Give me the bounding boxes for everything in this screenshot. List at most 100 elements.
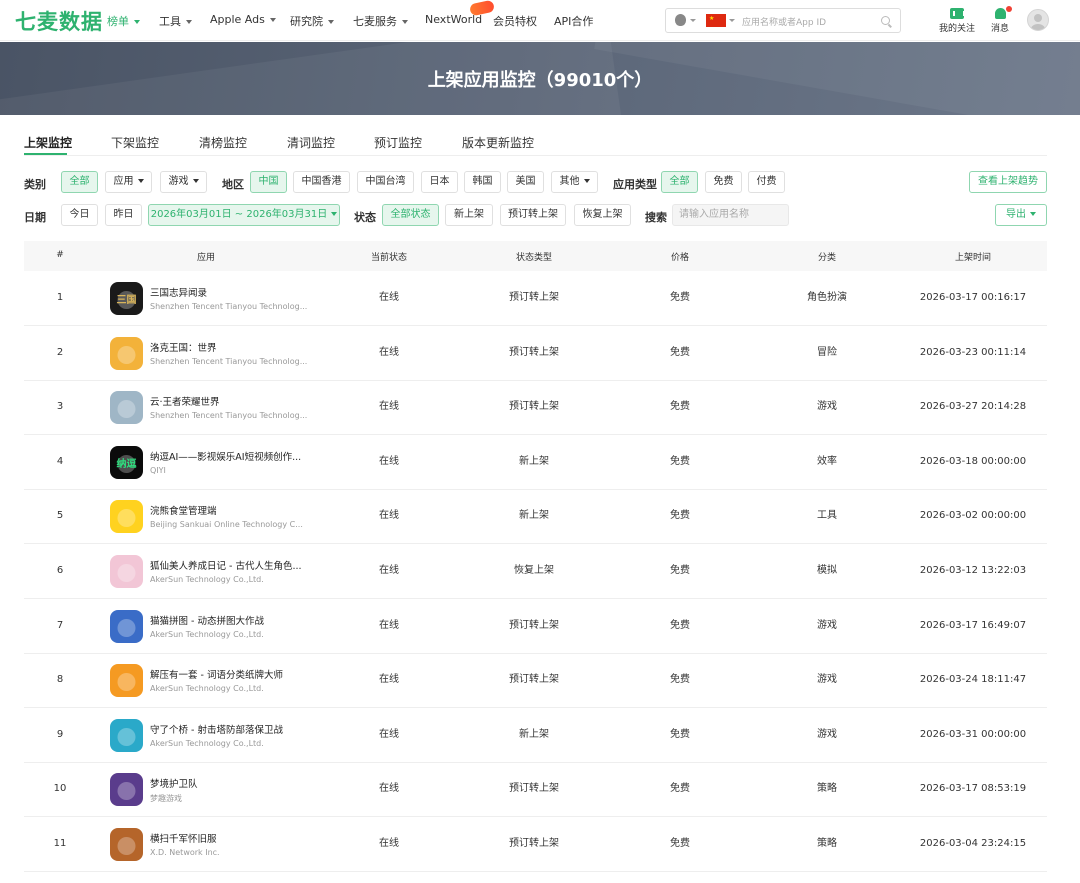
- app-icon[interactable]: [110, 773, 143, 807]
- region-chip-taiwan[interactable]: 中国台湾: [357, 171, 414, 193]
- search-icon[interactable]: [881, 16, 890, 25]
- region-chip-usa[interactable]: 美国: [507, 171, 544, 193]
- tab-preorder-monitor[interactable]: 预订监控: [374, 134, 422, 151]
- app-name[interactable]: 云·王者荣耀世界: [150, 394, 220, 408]
- row-category: 策略: [817, 783, 837, 795]
- nav-item-apple-ads[interactable]: Apple Ads: [210, 13, 276, 26]
- app-name[interactable]: 浣熊食堂管理端: [150, 503, 217, 517]
- app-icon[interactable]: [110, 664, 143, 698]
- app-icon[interactable]: [110, 336, 143, 370]
- col-listing-time: 上架时间: [954, 253, 991, 263]
- app-name[interactable]: 梦境护卫队: [150, 776, 198, 790]
- messages-button[interactable]: 消息: [988, 6, 1012, 34]
- tab-clear-rank-monitor[interactable]: 清榜监控: [199, 134, 247, 151]
- row-listing-time: 2026-03-27 20:14:28: [919, 401, 1027, 413]
- region-chip-china[interactable]: 中国: [250, 171, 287, 193]
- export-button[interactable]: 导出: [995, 204, 1047, 226]
- search-input[interactable]: 应用名称或者App ID: [742, 15, 826, 28]
- status-all-chip[interactable]: 全部状态: [382, 204, 439, 226]
- nav-item-rankings[interactable]: 榜单: [107, 13, 140, 29]
- app-name[interactable]: 三国志异闻录: [150, 285, 207, 299]
- nav-item-membership[interactable]: 会员特权: [493, 13, 537, 29]
- app-icon[interactable]: [110, 500, 143, 534]
- tab-clear-keyword-monitor[interactable]: 清词监控: [287, 134, 335, 151]
- tab-listing-monitor[interactable]: 上架监控: [24, 134, 72, 151]
- row-listing-time: 2026-03-18 00:00:00: [919, 455, 1027, 467]
- row-current-status: 在线: [379, 346, 399, 358]
- app-name[interactable]: 守了个桥 - 射击塔防部落保卫战: [150, 722, 283, 736]
- app-name[interactable]: 猫猫拼图 - 动态拼图大作战: [150, 613, 264, 627]
- category-all-chip[interactable]: 全部: [61, 171, 98, 193]
- row-current-status: 在线: [379, 401, 399, 413]
- status-preorder-chip[interactable]: 预订转上架: [500, 204, 566, 226]
- table-row[interactable]: 4 纳逗 纳逗AI——影视娱乐AI短视频创作... QIYI 在线 新上架 免费 效率 2026…: [24, 435, 1047, 490]
- row-category: 游戏: [817, 619, 837, 631]
- date-yesterday-chip[interactable]: 昨日: [105, 204, 142, 226]
- row-current-status: 在线: [379, 728, 399, 740]
- app-name[interactable]: 纳逗AI——影视娱乐AI短视频创作...: [150, 449, 301, 463]
- app-name[interactable]: 横扫千军怀旧服: [150, 831, 217, 845]
- app-icon[interactable]: [110, 828, 143, 861]
- nav-item-services[interactable]: 七麦服务: [353, 13, 408, 29]
- table-row[interactable]: 3 云·王者荣耀世界 Shenzhen Tencent Tianyou Techno…: [24, 380, 1047, 436]
- table-row[interactable]: 7 猫猫拼图 - 动态拼图大作战 AkerSun Technology Co.,Lt…: [24, 599, 1047, 654]
- region-chip-korea[interactable]: 韩国: [464, 171, 501, 193]
- row-status-type: 新上架: [519, 455, 549, 467]
- app-name[interactable]: 狐仙美人养成日记 - 古代人生角色...: [150, 558, 302, 572]
- global-search[interactable]: ★ 应用名称或者App ID: [665, 8, 901, 33]
- table-row[interactable]: 2 洛克王国：世界 Shenzhen Tencent Tianyou Technol…: [24, 326, 1047, 381]
- nav-item-research[interactable]: 研究院: [290, 13, 334, 29]
- app-developer: Shenzhen Tencent Tianyou Technolog...: [150, 302, 308, 311]
- chevron-down-icon: [186, 20, 192, 24]
- region-other-dropdown[interactable]: 其他: [551, 171, 598, 193]
- table-row[interactable]: 5 浣熊食堂管理端 Beijing Sankuai Online Technolog…: [24, 489, 1047, 545]
- tab-version-update-monitor[interactable]: 版本更新监控: [462, 134, 534, 151]
- app-name[interactable]: 解压有一套 - 词语分类纸牌大师: [150, 667, 283, 681]
- category-app-dropdown[interactable]: 应用: [105, 171, 152, 193]
- row-current-status: 在线: [379, 838, 399, 849]
- chevron-down-icon: [690, 19, 696, 22]
- app-icon[interactable]: [110, 609, 143, 643]
- row-current-status: 在线: [379, 783, 399, 795]
- region-chip-japan[interactable]: 日本: [421, 171, 458, 193]
- app-icon[interactable]: [110, 718, 143, 752]
- category-game-dropdown[interactable]: 游戏: [160, 171, 207, 193]
- app-icon[interactable]: 三国: [110, 282, 143, 315]
- table-row[interactable]: 11 横扫千军怀旧服 X.D. Network Inc. 在线 预订转上架 免费 策略 202…: [24, 817, 1047, 872]
- nav-item-nextworld[interactable]: NextWorld: [425, 13, 482, 26]
- region-chip-hongkong[interactable]: 中国香港: [293, 171, 350, 193]
- table-row[interactable]: 6 狐仙美人养成日记 - 古代人生角色... AkerSun Technology …: [24, 544, 1047, 599]
- app-icon[interactable]: [110, 391, 143, 425]
- status-restore-chip[interactable]: 恢复上架: [574, 204, 631, 226]
- status-new-chip[interactable]: 新上架: [445, 204, 493, 226]
- app-icon[interactable]: 纳逗: [110, 445, 143, 479]
- row-listing-time: 2026-03-17 16:49:07: [919, 619, 1027, 631]
- chevron-down-icon: [134, 20, 140, 24]
- china-flag-icon[interactable]: ★: [706, 14, 726, 27]
- my-favorites-button[interactable]: 我的关注: [937, 8, 977, 34]
- logo[interactable]: 七麦数据: [15, 6, 103, 36]
- app-type-free-chip[interactable]: 免费: [705, 171, 742, 193]
- col-app: 应用: [196, 253, 215, 263]
- apple-icon[interactable]: [675, 14, 686, 26]
- app-type-paid-chip[interactable]: 付费: [748, 171, 785, 193]
- table-row[interactable]: 9 守了个桥 - 射击塔防部落保卫战 AkerSun Technology Co.,…: [24, 708, 1047, 763]
- view-trend-button[interactable]: 查看上架趋势: [969, 171, 1047, 193]
- date-range-picker[interactable]: 2026年03月01日 ~ 2026年03月31日: [148, 204, 340, 226]
- date-today-chip[interactable]: 今日: [61, 204, 98, 226]
- avatar[interactable]: [1027, 9, 1049, 31]
- tab-delisting-monitor[interactable]: 下架监控: [111, 134, 159, 151]
- row-rank: 7: [56, 619, 64, 631]
- app-search-input[interactable]: 请输入应用名称: [672, 204, 789, 226]
- app-name[interactable]: 洛克王国：世界: [150, 340, 217, 354]
- table-header: # 应用 当前状态 状态类型 价格 分类 上架时间: [24, 241, 1047, 271]
- table-row[interactable]: 1 三国 三国志异闻录 Shenzhen Tencent Tianyou Techno…: [24, 271, 1047, 326]
- nav-item-tools[interactable]: 工具: [159, 13, 192, 29]
- app-icon[interactable]: [110, 555, 143, 588]
- app-type-all-chip[interactable]: 全部: [661, 171, 698, 193]
- table-row[interactable]: 10 梦境护卫队 梦趣游戏 在线 预订转上架 免费 策略 2026-03-17 08:53:1…: [24, 762, 1047, 818]
- top-nav: 七麦数据 榜单 工具 Apple Ads 研究院 七麦服务 NextWorld …: [0, 0, 1080, 41]
- row-status-type: 预订转上架: [509, 292, 559, 303]
- table-row[interactable]: 8 解压有一套 - 词语分类纸牌大师 AkerSun Technology Co.,…: [24, 653, 1047, 709]
- nav-item-api[interactable]: API合作: [554, 13, 593, 29]
